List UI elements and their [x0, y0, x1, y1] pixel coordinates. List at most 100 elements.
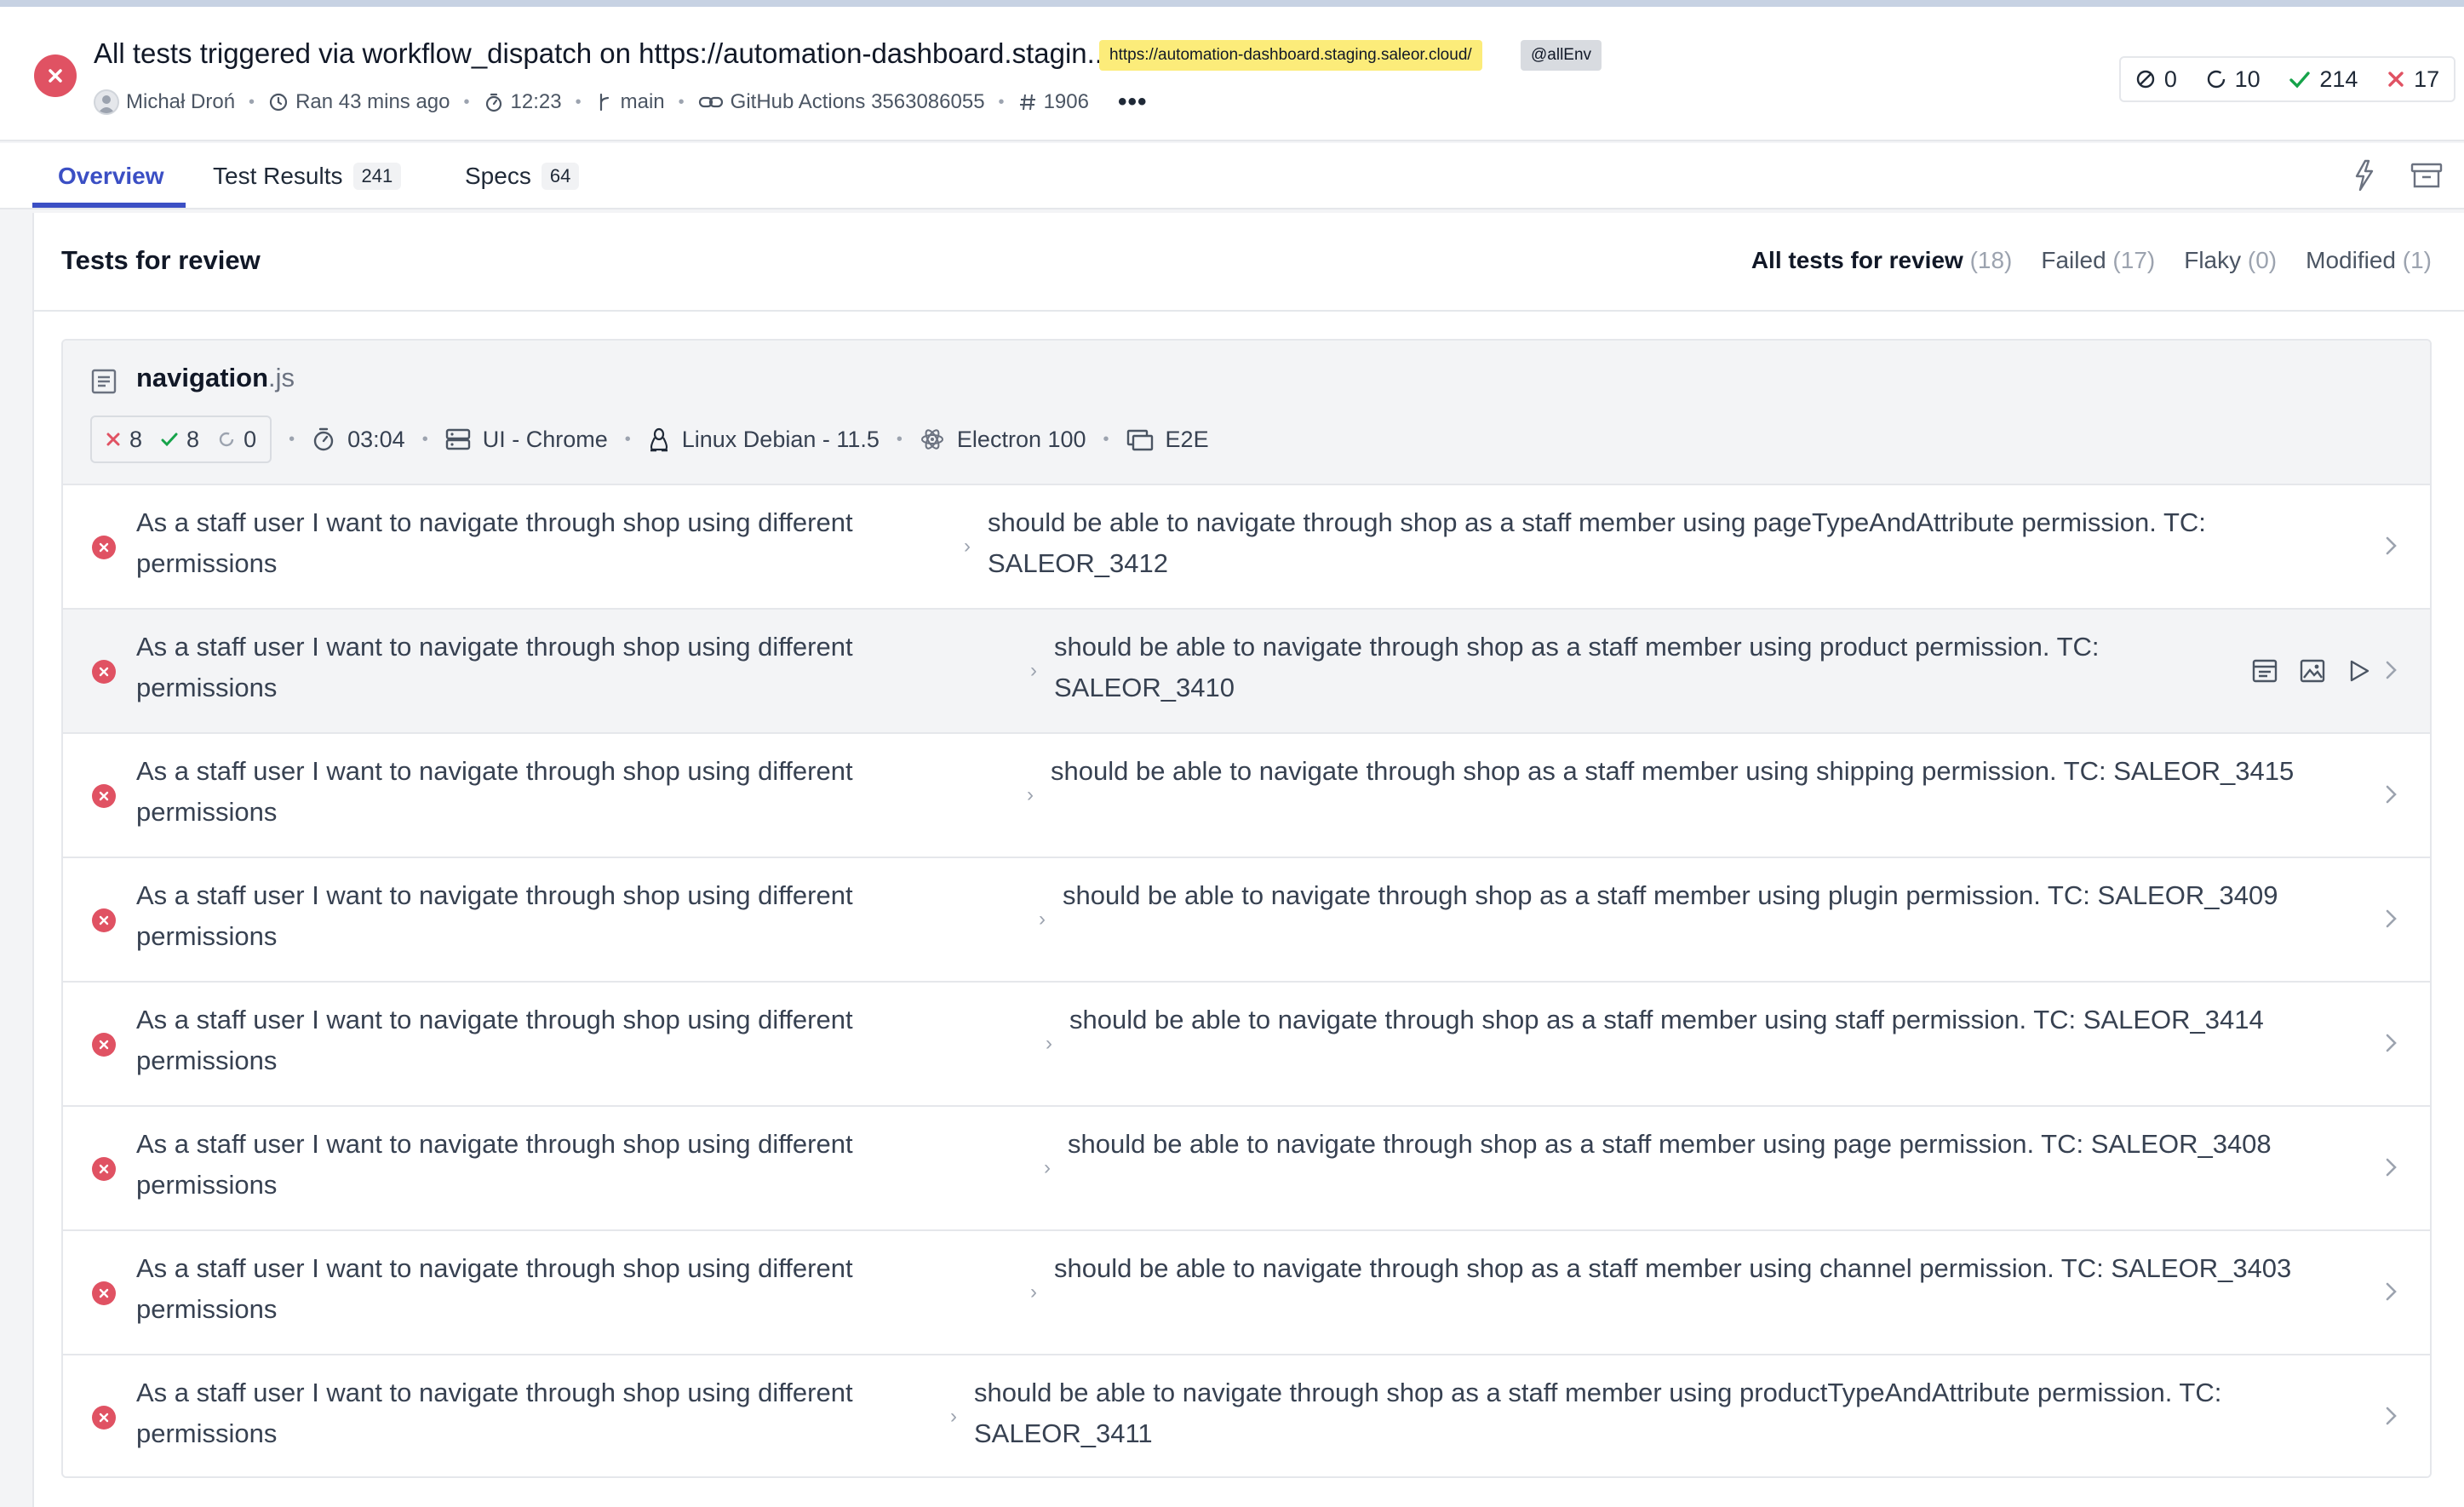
file-icon: [90, 368, 117, 399]
top-accent-bar: [0, 0, 2464, 7]
suite-title: As a staff user I want to navigate throu…: [136, 880, 853, 951]
row-tools: [2251, 657, 2372, 689]
tab-overview[interactable]: Overview: [58, 143, 164, 209]
run-header: All tests triggered via workflow_dispatc…: [0, 7, 2464, 141]
screenshot-icon[interactable]: [2299, 657, 2326, 689]
tag-url[interactable]: https://automation-dashboard.staging.sal…: [1099, 40, 1482, 71]
review-header: Tests for review All tests for review (1…: [34, 213, 2464, 312]
flaky-filter-icon[interactable]: [2348, 158, 2382, 192]
failed-status-icon: [92, 536, 116, 559]
table-row[interactable]: As a staff user I want to navigate throu…: [63, 983, 2430, 1107]
spec-failed-count: 8: [106, 427, 142, 453]
test-title: should be able to navigate through shop …: [1051, 756, 2295, 786]
spec-duration: 03:04: [312, 427, 405, 453]
spec-passed-count: 8: [161, 427, 199, 453]
more-options-icon[interactable]: •••: [1118, 88, 1148, 117]
run-number: 1906: [1018, 90, 1089, 114]
spec-name[interactable]: navigation.js: [136, 363, 295, 393]
chevron-right-icon: ›: [964, 535, 971, 558]
suite-title: As a staff user I want to navigate throu…: [136, 1129, 853, 1200]
suite-title: As a staff user I want to navigate throu…: [136, 507, 853, 578]
window-icon: [1126, 429, 1153, 451]
count-passed[interactable]: 214: [2289, 66, 2358, 93]
run-meta: Michał Droń • Ran 43 mins ago • 12:23 • …: [94, 88, 1148, 117]
table-row[interactable]: As a staff user I want to navigate throu…: [63, 858, 2430, 983]
tab-test-results[interactable]: Test Results 241: [213, 143, 402, 209]
ci-link[interactable]: GitHub Actions 3563086055: [698, 90, 985, 114]
table-row[interactable]: As a staff user I want to navigate throu…: [63, 610, 2430, 734]
filter-all[interactable]: All tests for review (18): [1751, 247, 2013, 274]
chevron-right-icon[interactable]: [2384, 782, 2399, 811]
chevron-right-icon[interactable]: [2384, 1030, 2399, 1060]
hash-icon: [1019, 94, 1035, 111]
spec-header: navigation.js 8 8 0 • 03:04 • UI - Chrom…: [63, 341, 2430, 485]
ran-time: Ran 43 mins ago: [268, 90, 450, 114]
suite-title: As a staff user I want to navigate throu…: [136, 756, 853, 827]
play-video-icon[interactable]: [2347, 657, 2372, 689]
failed-status-icon: [92, 1406, 116, 1430]
spec-runner: Electron 100: [920, 427, 1086, 453]
tag-env[interactable]: @allEnv: [1521, 40, 1602, 71]
failed-status-icon: [92, 660, 116, 684]
chevron-right-icon: ›: [1027, 783, 1034, 806]
check-icon: [161, 433, 178, 447]
chevron-right-icon[interactable]: [2384, 657, 2399, 687]
chevron-right-icon[interactable]: [2384, 1279, 2399, 1309]
table-row[interactable]: As a staff user I want to navigate throu…: [63, 1355, 2430, 1476]
table-row[interactable]: As a staff user I want to navigate throu…: [63, 1107, 2430, 1231]
pending-icon: [219, 432, 234, 447]
table-row[interactable]: As a staff user I want to navigate throu…: [63, 485, 2430, 610]
archive-icon[interactable]: [2410, 158, 2444, 192]
failed-status-icon: [92, 1033, 116, 1057]
test-title: should be able to navigate through shop …: [1069, 1005, 2264, 1034]
check-icon: [2289, 72, 2311, 89]
spec-meta: 8 8 0 • 03:04 • UI - Chrome • Linux Debi…: [90, 415, 1209, 463]
clock-icon: [269, 93, 288, 112]
author-name: Michał Droń: [126, 90, 236, 113]
author: Michał Droń: [94, 89, 235, 115]
avatar: [94, 89, 119, 115]
logs-icon[interactable]: [2251, 657, 2278, 689]
chevron-right-icon: ›: [1046, 1032, 1052, 1055]
failed-status-icon: [92, 908, 116, 932]
tab-specs[interactable]: Specs 64: [465, 143, 580, 209]
review-filters: All tests for review (18) Failed (17) Fl…: [1751, 247, 2432, 274]
duration: 12:23: [484, 90, 562, 114]
count-failed[interactable]: 17: [2387, 66, 2439, 93]
suite-title: As a staff user I want to navigate throu…: [136, 1253, 853, 1324]
section-title: Tests for review: [61, 245, 261, 275]
run-title[interactable]: All tests triggered via workflow_dispatc…: [94, 37, 1110, 70]
chevron-right-icon: ›: [1044, 1156, 1051, 1179]
chevron-right-icon[interactable]: [2384, 1155, 2399, 1184]
run-failed-icon: [34, 54, 77, 97]
filter-flaky[interactable]: Flaky (0): [2184, 247, 2277, 274]
spec-card: navigation.js 8 8 0 • 03:04 • UI - Chrom…: [61, 339, 2432, 1478]
table-row[interactable]: As a staff user I want to navigate throu…: [63, 1231, 2430, 1355]
suite-title: As a staff user I want to navigate throu…: [136, 632, 853, 702]
failed-status-icon: [92, 1281, 116, 1305]
count-pending[interactable]: 10: [2206, 66, 2261, 93]
tab-badge: 241: [352, 163, 402, 190]
filter-modified[interactable]: Modified (1): [2306, 247, 2432, 274]
spec-os: Linux Debian - 11.5: [648, 427, 880, 453]
table-row[interactable]: As a staff user I want to navigate throu…: [63, 734, 2430, 858]
server-icon: [445, 428, 470, 450]
spec-type: E2E: [1126, 427, 1209, 453]
chevron-right-icon: ›: [1030, 659, 1037, 682]
skipped-icon: [2136, 70, 2155, 89]
branch[interactable]: main: [595, 90, 665, 114]
chevron-right-icon[interactable]: [2384, 906, 2399, 936]
branch-icon: [599, 93, 609, 112]
chevron-right-icon: ›: [950, 1405, 957, 1428]
linux-icon: [650, 427, 668, 452]
count-skipped[interactable]: 0: [2135, 66, 2177, 93]
test-title: should be able to navigate through shop …: [1068, 1129, 2272, 1159]
chevron-right-icon[interactable]: [2384, 1403, 2399, 1433]
test-title: should be able to navigate through shop …: [1063, 880, 2278, 910]
test-title: should be able to navigate through shop …: [988, 507, 2206, 578]
chevron-right-icon[interactable]: [2384, 533, 2399, 563]
electron-icon: [920, 429, 943, 450]
filter-failed[interactable]: Failed (17): [2041, 247, 2155, 274]
overview-panel: Tests for review All tests for review (1…: [32, 213, 2464, 1507]
stopwatch-icon: [485, 93, 501, 112]
